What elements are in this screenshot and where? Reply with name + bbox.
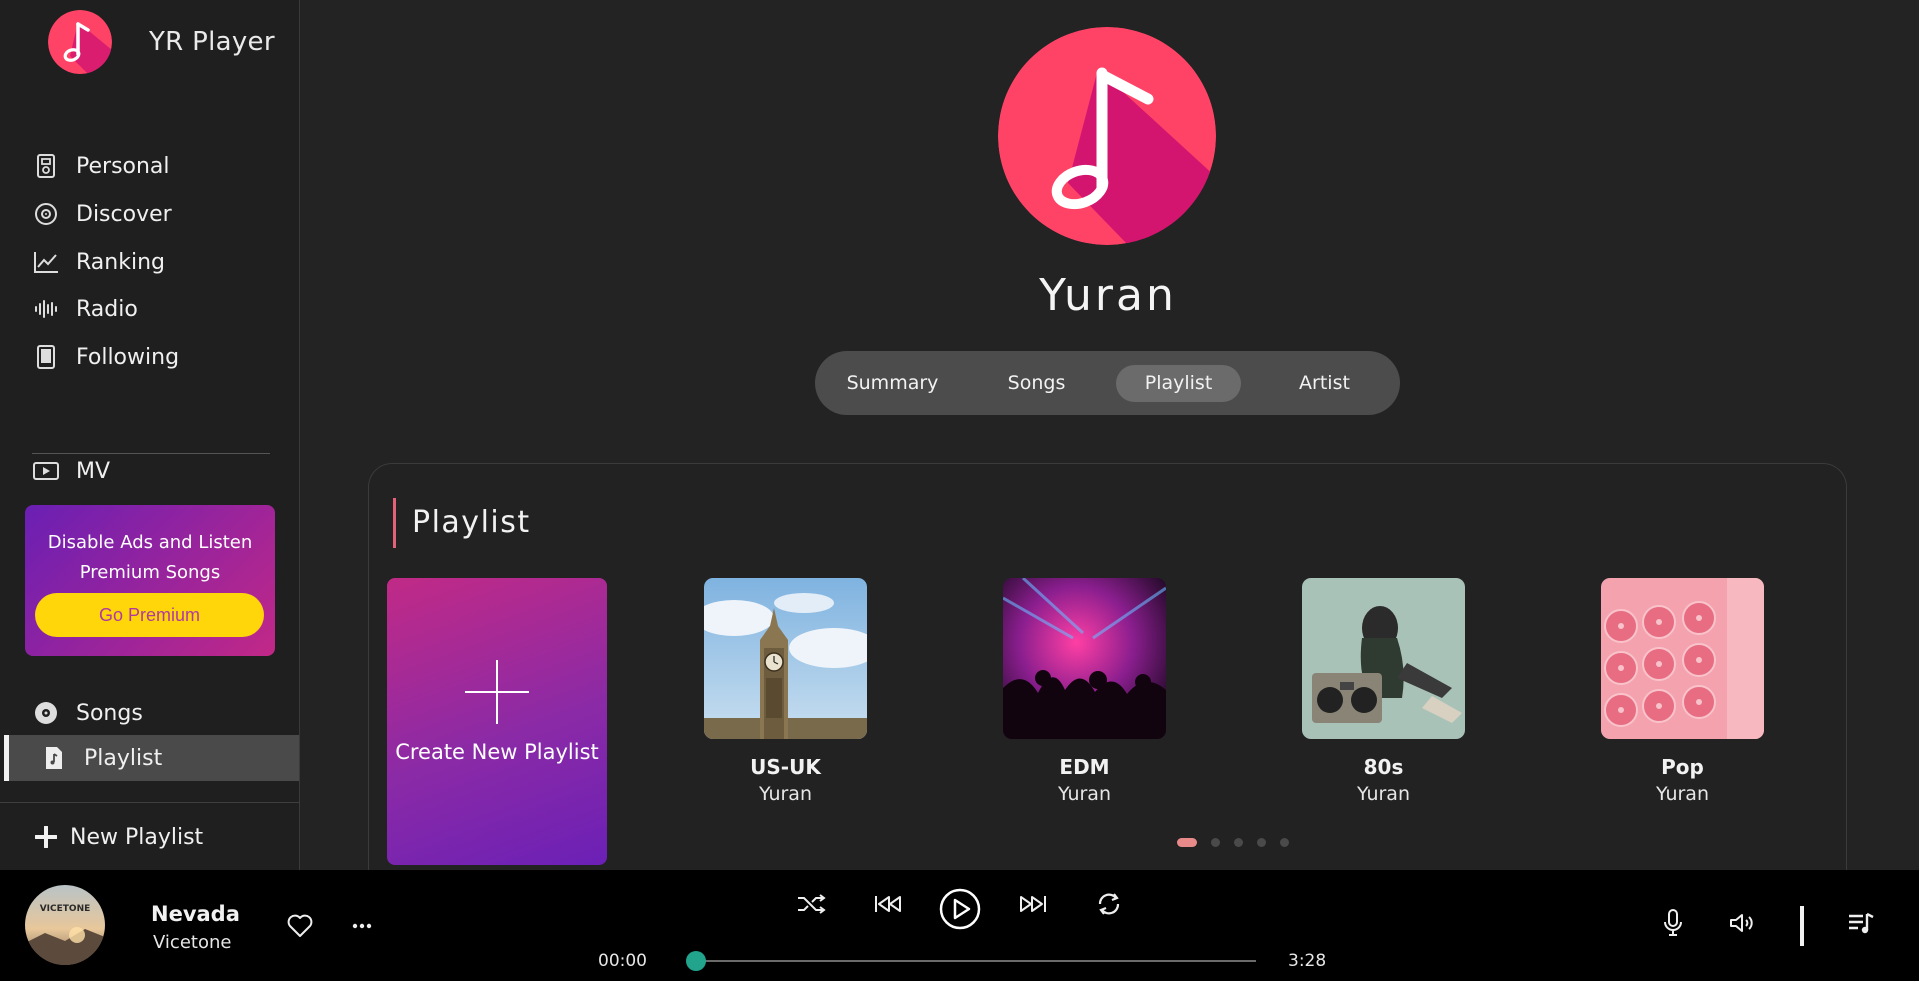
music-file-icon bbox=[40, 744, 68, 772]
pagination-dot[interactable] bbox=[1211, 838, 1220, 847]
playlist-cover bbox=[1601, 578, 1764, 739]
tab-playlist[interactable]: Playlist bbox=[1116, 365, 1241, 402]
previous-icon[interactable] bbox=[870, 889, 906, 919]
new-playlist-label: New Playlist bbox=[70, 824, 204, 850]
sidebar-item-label: Discover bbox=[76, 201, 172, 227]
app-logo-icon bbox=[48, 10, 112, 74]
sidebar-item-discover[interactable]: Discover bbox=[32, 196, 172, 232]
more-icon[interactable] bbox=[350, 911, 374, 941]
profile-tabs: Summary Songs Playlist Artist bbox=[815, 351, 1400, 415]
playlist-owner: Yuran bbox=[1058, 783, 1111, 805]
playlist-owner: Yuran bbox=[1357, 783, 1410, 805]
disc-icon bbox=[32, 699, 60, 727]
playlist-name: EDM bbox=[1059, 755, 1110, 779]
progress-bar[interactable] bbox=[685, 951, 1256, 971]
soundwave-icon bbox=[32, 295, 60, 323]
volume-icon[interactable] bbox=[1726, 908, 1758, 938]
playlist-cover bbox=[1003, 578, 1166, 739]
player-bar: VICETONE Nevada Vicetone 00:00 3:28 bbox=[0, 870, 1919, 981]
premium-text: Disable Ads and Listen Premium Songs bbox=[47, 532, 253, 583]
sidebar-item-label: Following bbox=[76, 344, 180, 370]
duration: 3:28 bbox=[1288, 951, 1327, 971]
new-playlist-button[interactable]: New Playlist bbox=[32, 819, 203, 855]
current-time: 00:00 bbox=[598, 951, 647, 971]
tablet-icon bbox=[32, 343, 60, 371]
playlist-owner: Yuran bbox=[759, 783, 812, 805]
playlist-name: 80s bbox=[1363, 755, 1404, 779]
app-name: YR Player bbox=[149, 27, 275, 57]
sidebar-item-mv[interactable]: MV bbox=[32, 453, 110, 489]
go-premium-button[interactable]: Go Premium bbox=[35, 593, 264, 637]
plus-icon bbox=[32, 823, 60, 851]
sidebar-item-label: MV bbox=[76, 458, 111, 484]
sidebar-item-label: Ranking bbox=[76, 249, 165, 275]
playlist-owner: Yuran bbox=[1656, 783, 1709, 805]
sidebar-item-playlist[interactable]: Playlist bbox=[4, 735, 299, 781]
sidebar-item-radio[interactable]: Radio bbox=[32, 291, 138, 327]
next-icon[interactable] bbox=[1015, 889, 1051, 919]
playlist-name: Pop bbox=[1661, 755, 1704, 779]
sidebar-item-label: Songs bbox=[76, 700, 143, 726]
tab-songs[interactable]: Songs bbox=[979, 365, 1094, 402]
section-title: Playlist bbox=[393, 498, 531, 548]
video-play-icon bbox=[32, 457, 60, 485]
playlist-cover bbox=[704, 578, 867, 739]
playlist-card-us-uk[interactable]: US-UK Yuran bbox=[704, 578, 867, 805]
repeat-icon[interactable] bbox=[1091, 889, 1127, 919]
playlist-card-edm[interactable]: EDM Yuran bbox=[1003, 578, 1166, 805]
sidebar-item-label: Playlist bbox=[84, 745, 163, 771]
microphone-icon[interactable] bbox=[1658, 907, 1688, 939]
sidebar-item-songs[interactable]: Songs bbox=[32, 695, 143, 731]
create-playlist-label: Create New Playlist bbox=[395, 740, 599, 764]
play-button[interactable] bbox=[938, 887, 982, 931]
tab-summary[interactable]: Summary bbox=[835, 365, 950, 402]
playlist-card-pop[interactable]: Pop Yuran bbox=[1601, 578, 1764, 805]
sidebar-item-playlist-content: Playlist bbox=[40, 740, 162, 776]
pagination-dot[interactable] bbox=[1177, 838, 1197, 847]
create-playlist-card[interactable]: Create New Playlist bbox=[387, 578, 607, 865]
heart-icon[interactable] bbox=[285, 911, 315, 941]
ipod-icon bbox=[32, 152, 60, 180]
art-text: VICETONE bbox=[40, 904, 91, 914]
carousel-pagination bbox=[1177, 838, 1303, 847]
divider bbox=[0, 802, 300, 803]
progress-handle[interactable] bbox=[685, 951, 706, 971]
divider bbox=[1800, 906, 1804, 946]
sidebar-item-label: Personal bbox=[76, 153, 170, 179]
queue-icon[interactable] bbox=[1845, 908, 1877, 938]
pagination-dot[interactable] bbox=[1257, 838, 1266, 847]
pagination-dot[interactable] bbox=[1280, 838, 1289, 847]
profile-avatar bbox=[998, 27, 1216, 245]
disc-icon bbox=[32, 200, 60, 228]
now-playing-art[interactable]: VICETONE bbox=[25, 885, 105, 965]
tab-artist[interactable]: Artist bbox=[1262, 365, 1387, 402]
sidebar-item-label: Radio bbox=[76, 296, 138, 322]
premium-banner: Disable Ads and Listen Premium Songs Go … bbox=[25, 505, 275, 656]
track-title: Nevada bbox=[151, 902, 240, 926]
track-artist: Vicetone bbox=[153, 932, 232, 953]
sidebar-item-ranking[interactable]: Ranking bbox=[32, 244, 165, 280]
sidebar-item-personal[interactable]: Personal bbox=[32, 148, 170, 184]
profile-name: Yuran bbox=[1039, 270, 1177, 321]
brand[interactable]: YR Player bbox=[48, 10, 275, 74]
plus-icon bbox=[465, 660, 529, 724]
chart-line-icon bbox=[32, 248, 60, 276]
sidebar: YR Player Personal Discover Ranking Radi… bbox=[0, 0, 300, 870]
playlist-name: US-UK bbox=[750, 755, 821, 779]
playlist-card-80s[interactable]: 80s Yuran bbox=[1302, 578, 1465, 805]
pagination-dot[interactable] bbox=[1234, 838, 1243, 847]
sidebar-item-following[interactable]: Following bbox=[32, 339, 179, 375]
shuffle-icon[interactable] bbox=[793, 889, 829, 919]
playlist-cover bbox=[1302, 578, 1465, 739]
